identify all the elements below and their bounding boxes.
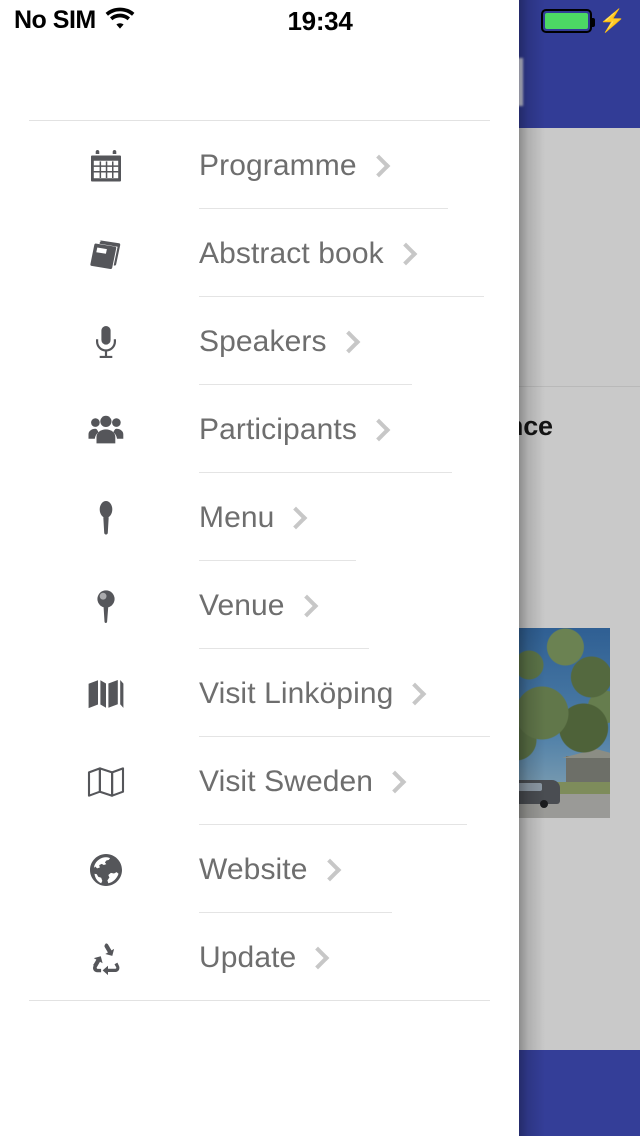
drawer-item-divider — [199, 472, 452, 473]
chevron-right-icon — [406, 682, 422, 706]
drawer-item-divider — [199, 296, 484, 297]
drawer-item-divider — [199, 384, 412, 385]
status-bar: No SIM 19:34 ⚡ — [0, 0, 640, 44]
drawer-item-label: Participants — [199, 413, 357, 446]
people-group-icon — [86, 408, 126, 452]
navigation-drawer: Programme Abstract book Speakers Participan… — [0, 0, 519, 1136]
map-pin-icon — [86, 584, 126, 628]
drawer-item-content: Participants — [199, 413, 386, 447]
drawer-item-content: Website — [199, 853, 337, 887]
drawer-item-divider — [199, 560, 356, 561]
battery-icon — [540, 9, 595, 33]
chevron-right-icon — [287, 506, 303, 530]
drawer-item-divider — [199, 648, 369, 649]
globe-icon — [86, 848, 126, 892]
drawer-item-content: Venue — [199, 589, 314, 623]
drawer-item-label: Programme — [199, 149, 357, 182]
drawer-item-visit-sweden[interactable]: Visit Sweden — [0, 738, 519, 826]
drawer-item-menu[interactable]: Menu — [0, 474, 519, 562]
background-photo — [508, 628, 610, 818]
calendar-icon — [86, 144, 126, 188]
drawer-item-content: Abstract book — [199, 237, 413, 271]
drawer-item-update[interactable]: Update — [0, 914, 519, 1002]
drawer-item-label: Speakers — [199, 325, 327, 358]
status-bar-right: ⚡ — [540, 8, 626, 33]
book-icon — [86, 232, 126, 276]
battery-fill — [544, 13, 588, 29]
chevron-right-icon — [370, 418, 386, 442]
drawer-item-divider — [199, 736, 490, 737]
drawer-item-divider — [199, 912, 392, 913]
drawer-item-label: Visit Linköping — [199, 677, 394, 710]
drawer-item-label: Abstract book — [199, 237, 384, 270]
drawer-item-visit-linköping[interactable]: Visit Linköping — [0, 650, 519, 738]
drawer-item-label: Update — [199, 941, 297, 974]
drawer-item-content: Update — [199, 941, 325, 975]
chevron-right-icon — [340, 330, 356, 354]
drawer-item-venue[interactable]: Venue — [0, 562, 519, 650]
drawer-item-content: Visit Sweden — [199, 765, 402, 799]
drawer-item-speakers[interactable]: Speakers — [0, 298, 519, 386]
drawer-item-content: Visit Linköping — [199, 677, 422, 711]
chevron-right-icon — [298, 594, 314, 618]
drawer-item-label: Visit Sweden — [199, 765, 374, 798]
chevron-right-icon — [386, 770, 402, 794]
drawer-item-abstract-book[interactable]: Abstract book — [0, 210, 519, 298]
chevron-right-icon — [397, 242, 413, 266]
drawer-item-divider — [199, 208, 448, 209]
drawer-item-content: Menu — [199, 501, 303, 535]
photo-tree — [508, 628, 610, 770]
drawer-item-label: Venue — [199, 589, 285, 622]
microphone-icon — [86, 320, 126, 364]
chevron-right-icon — [309, 946, 325, 970]
drawer-item-label: Menu — [199, 501, 275, 534]
drawer-item-label: Website — [199, 853, 308, 886]
drawer-item-content: Programme — [199, 149, 386, 183]
drawer-item-website[interactable]: Website — [0, 826, 519, 914]
chevron-right-icon — [370, 154, 386, 178]
phone-screen: cience 7 in ProgrammeAbstract boo — [0, 0, 640, 1136]
map-filled-icon — [86, 672, 126, 716]
drawer-top-divider — [29, 120, 490, 121]
recycle-icon — [86, 936, 126, 980]
drawer-item-content: Speakers — [199, 325, 356, 359]
drawer-item-programme[interactable]: Programme — [0, 122, 519, 210]
spoon-icon — [86, 496, 126, 540]
drawer-item-divider — [199, 824, 467, 825]
chevron-right-icon — [321, 858, 337, 882]
lightning-bolt-icon: ⚡ — [598, 8, 626, 33]
map-outline-icon — [86, 760, 126, 804]
drawer-item-participants[interactable]: Participants — [0, 386, 519, 474]
